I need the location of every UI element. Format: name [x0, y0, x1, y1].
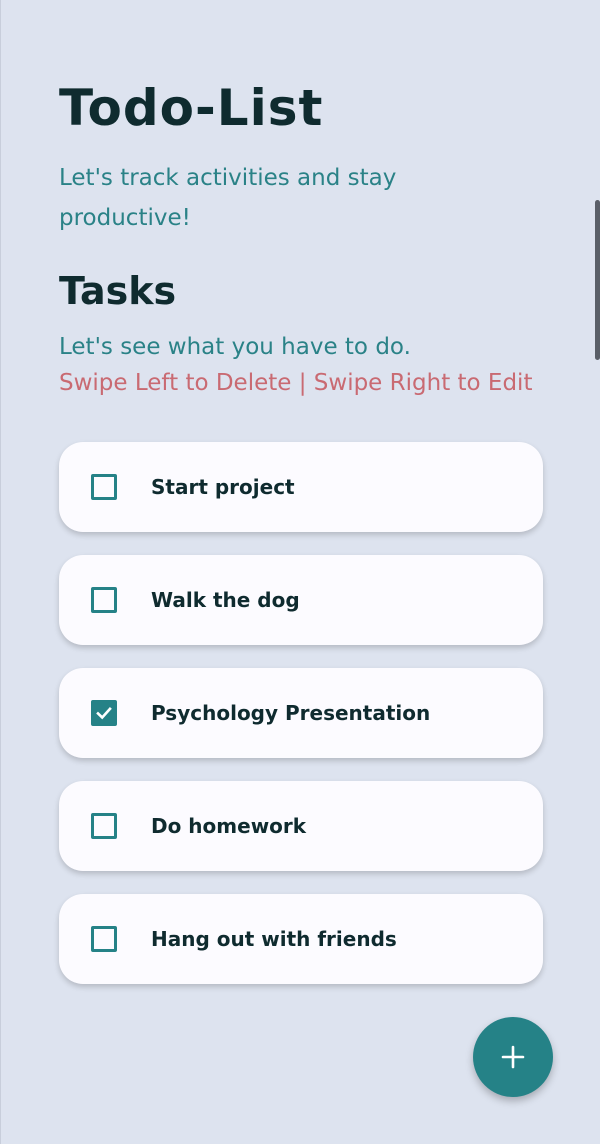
task-label: Walk the dog [151, 588, 300, 612]
app-screen: Todo-List Let's track activities and sta… [0, 0, 600, 1144]
header: Todo-List Let's track activities and sta… [59, 76, 559, 238]
task-checkbox[interactable] [91, 587, 117, 613]
task-item[interactable]: Start project [59, 442, 543, 532]
scrollbar[interactable] [595, 200, 600, 360]
task-item[interactable]: Hang out with friends [59, 894, 543, 984]
app-title: Todo-List [59, 79, 324, 137]
tasks-heading: Tasks [59, 269, 177, 313]
task-list: Start project Walk the dog Psychology Pr… [59, 442, 543, 1007]
swipe-hint: Swipe Left to Delete | Swipe Right to Ed… [59, 370, 533, 396]
add-task-button[interactable] [473, 1017, 553, 1097]
task-checkbox[interactable] [91, 700, 117, 726]
task-item[interactable]: Walk the dog [59, 555, 543, 645]
tasks-subtitle: Let's see what you have to do. [59, 334, 411, 360]
task-item[interactable]: Psychology Presentation [59, 668, 543, 758]
task-checkbox[interactable] [91, 813, 117, 839]
task-item[interactable]: Do homework [59, 781, 543, 871]
app-subtitle: Let's track activities and stay producti… [59, 165, 397, 231]
task-checkbox[interactable] [91, 474, 117, 500]
task-label: Start project [151, 475, 295, 499]
plus-icon [501, 1045, 525, 1069]
task-label: Psychology Presentation [151, 701, 431, 725]
task-label: Hang out with friends [151, 927, 397, 951]
task-label: Do homework [151, 814, 307, 838]
check-icon [96, 706, 112, 720]
task-checkbox[interactable] [91, 926, 117, 952]
